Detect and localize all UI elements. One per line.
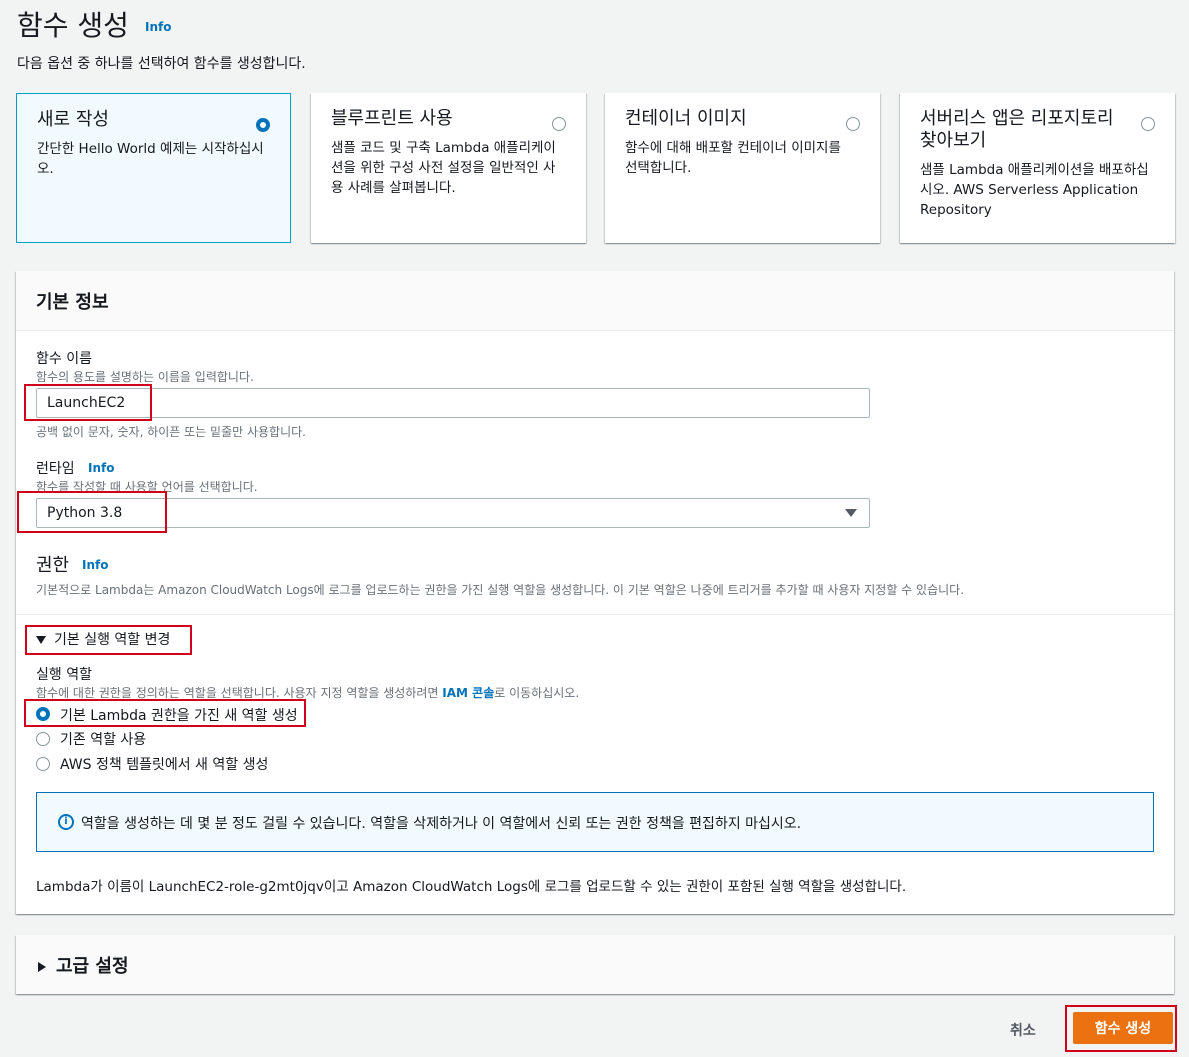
- exec-desc-post: 로 이동하십시오.: [494, 686, 580, 700]
- panel-title: 기본 정보: [36, 292, 109, 313]
- tile-desc: 함수에 대해 배포할 컨테이너 이미지를 선택합니다.: [625, 140, 841, 176]
- runtime-info-link[interactable]: Info: [88, 461, 114, 475]
- tile-radio[interactable]: [552, 117, 566, 131]
- radio-policy-template[interactable]: [36, 757, 50, 771]
- tile-radio[interactable]: [256, 118, 270, 132]
- radio-label: 기존 역할 사용: [60, 732, 147, 748]
- divider: [16, 614, 1174, 615]
- alert-text: 역할을 생성하는 데 몇 분 정도 걸릴 수 있습니다. 역할을 삭제하거나 이…: [81, 816, 802, 832]
- highlight-box: [24, 699, 306, 727]
- radio-label: AWS 정책 템플릿에서 새 역할 생성: [60, 757, 269, 773]
- highlight-box: [24, 384, 152, 421]
- function-name-desc: 함수의 용도를 설명하는 이름을 입력합니다.: [36, 370, 254, 384]
- tile-title: 새로 작성: [37, 109, 109, 130]
- tile-container-image[interactable]: 컨테이너 이미지 함수에 대해 배포할 컨테이너 이미지를 선택합니다.: [605, 93, 880, 243]
- tile-radio[interactable]: [846, 117, 860, 131]
- tile-title: 서버리스 앱은 리포지토리 찾아보기: [920, 108, 1114, 151]
- permissions-label: 권한: [36, 555, 70, 576]
- caret-right-icon: [38, 962, 46, 972]
- function-name-hint: 공백 없이 문자, 숫자, 하이픈 또는 밑줄만 사용합니다.: [36, 425, 306, 439]
- runtime-label: 런타임: [36, 461, 75, 477]
- info-icon: i: [58, 814, 74, 830]
- highlight-box: [1065, 1005, 1177, 1052]
- cancel-button[interactable]: 취소: [1000, 1016, 1046, 1044]
- tile-use-blueprint[interactable]: 블루프린트 사용 샘플 코드 및 구축 Lambda 애플리케이션을 위한 구성…: [311, 93, 586, 243]
- tile-title: 블루프린트 사용: [331, 108, 453, 129]
- tile-radio[interactable]: [1141, 117, 1155, 131]
- tile-desc: 샘플 Lambda 애플리케이션을 배포하십시오. AWS Serverless…: [920, 162, 1149, 218]
- iam-console-link[interactable]: IAM 콘솔: [442, 686, 494, 700]
- basic-info-panel: 기본 정보 함수 이름 함수의 용도를 설명하는 이름을 입력합니다. 공백 없…: [16, 271, 1174, 914]
- permissions-info-link[interactable]: Info: [82, 558, 108, 572]
- permissions-desc: 기본적으로 Lambda는 Amazon CloudWatch Logs에 로그…: [36, 583, 965, 597]
- highlight-box: [17, 491, 167, 533]
- exec-role-label: 실행 역할: [36, 667, 92, 683]
- panel-header: 기본 정보: [16, 271, 1174, 331]
- radio-existing-role[interactable]: [36, 732, 50, 746]
- advanced-settings-title: 고급 설정: [56, 956, 129, 977]
- tile-title: 컨테이너 이미지: [625, 108, 747, 129]
- page-title: 함수 생성: [17, 9, 129, 42]
- advanced-settings-toggle[interactable]: 고급 설정: [38, 952, 129, 978]
- tile-desc: 간단한 Hello World 예제는 시작하십시오.: [37, 141, 264, 177]
- highlight-box: [25, 625, 192, 655]
- role-summary-note: Lambda가 이름이 LaunchEC2-role-g2mt0jqv이고 Am…: [36, 879, 907, 895]
- title-info-link[interactable]: Info: [145, 20, 171, 34]
- caret-down-icon: [845, 509, 857, 517]
- exec-desc-pre: 함수에 대한 권한을 정의하는 역할을 선택합니다. 사용자 지정 역할을 생성…: [36, 686, 443, 700]
- function-name-label: 함수 이름: [36, 351, 92, 367]
- tile-serverless-app-repo[interactable]: 서버리스 앱은 리포지토리 찾아보기 샘플 Lambda 애플리케이션을 배포하…: [900, 93, 1175, 243]
- tile-desc: 샘플 코드 및 구축 Lambda 애플리케이션을 위한 구성 사전 설정을 일…: [331, 140, 556, 196]
- tile-author-from-scratch[interactable]: 새로 작성 간단한 Hello World 예제는 시작하십시오.: [16, 93, 291, 243]
- function-name-input[interactable]: [36, 388, 870, 418]
- advanced-settings-panel[interactable]: 고급 설정: [16, 935, 1174, 994]
- info-alert: i 역할을 생성하는 데 몇 분 정도 걸릴 수 있습니다. 역할을 삭제하거나…: [36, 792, 1154, 852]
- page-description: 다음 옵션 중 하나를 선택하여 함수를 생성합니다.: [17, 56, 306, 72]
